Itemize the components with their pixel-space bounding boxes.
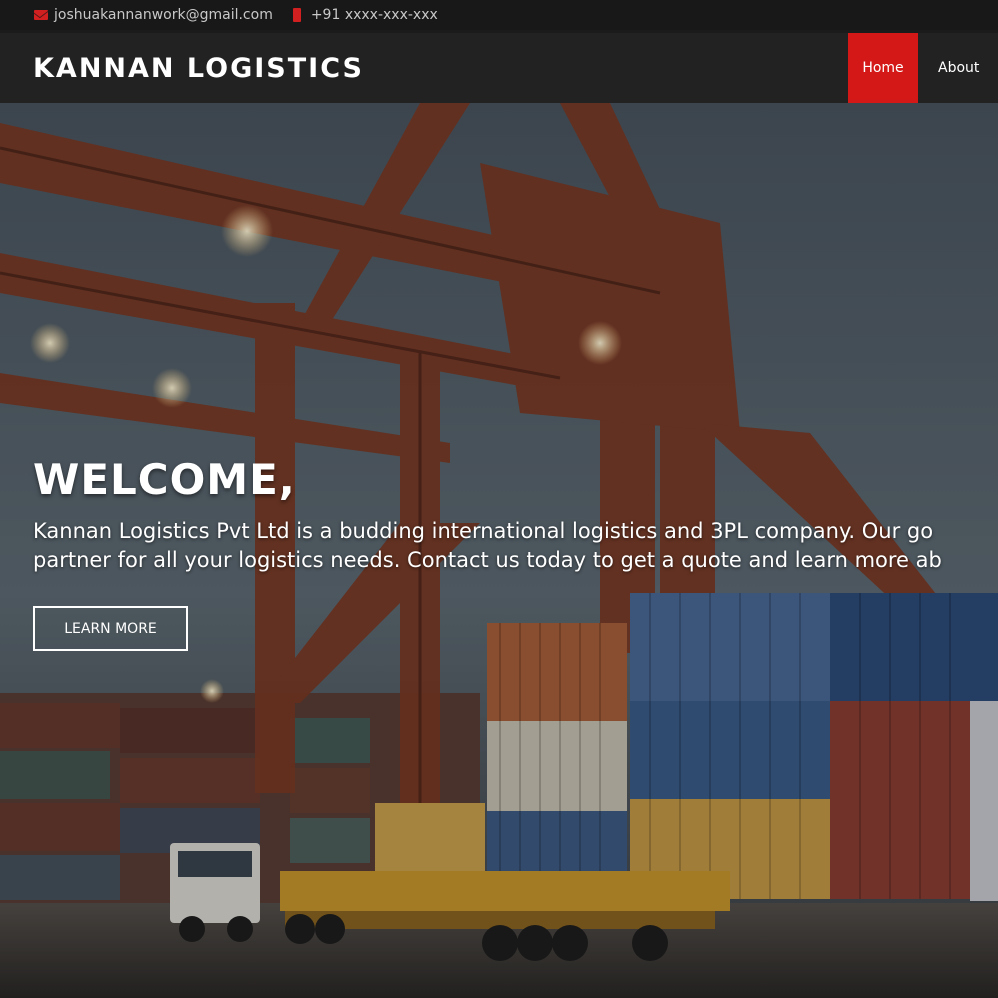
envelope-icon [34, 10, 48, 20]
hero-description: Kannan Logistics Pvt Ltd is a budding in… [33, 517, 998, 575]
hero-section: WELCOME, Kannan Logistics Pvt Ltd is a b… [0, 103, 998, 998]
phone-icon [292, 8, 301, 22]
contact-bar: joshuakannanwork@gmail.com +91 xxxx-xxx-… [0, 0, 998, 30]
main-navbar: KANNAN LOGISTICS Home About [0, 33, 998, 103]
hero-description-line-1: Kannan Logistics Pvt Ltd is a budding in… [33, 519, 934, 543]
brand-logo[interactable]: KANNAN LOGISTICS [33, 53, 364, 84]
phone-text[interactable]: +91 xxxx-xxx-xxx [311, 7, 438, 23]
nav-about[interactable]: About [918, 33, 998, 103]
hero-description-line-2: partner for all your logistics needs. Co… [33, 548, 942, 572]
learn-more-button[interactable]: LEARN MORE [33, 606, 188, 651]
email-contact[interactable]: joshuakannanwork@gmail.com [34, 7, 273, 23]
nav-home[interactable]: Home [848, 33, 918, 103]
nav-links: Home About [848, 33, 998, 103]
hero-heading: WELCOME, [33, 455, 296, 504]
phone-contact[interactable]: +91 xxxx-xxx-xxx [292, 7, 438, 23]
email-text[interactable]: joshuakannanwork@gmail.com [54, 7, 273, 23]
